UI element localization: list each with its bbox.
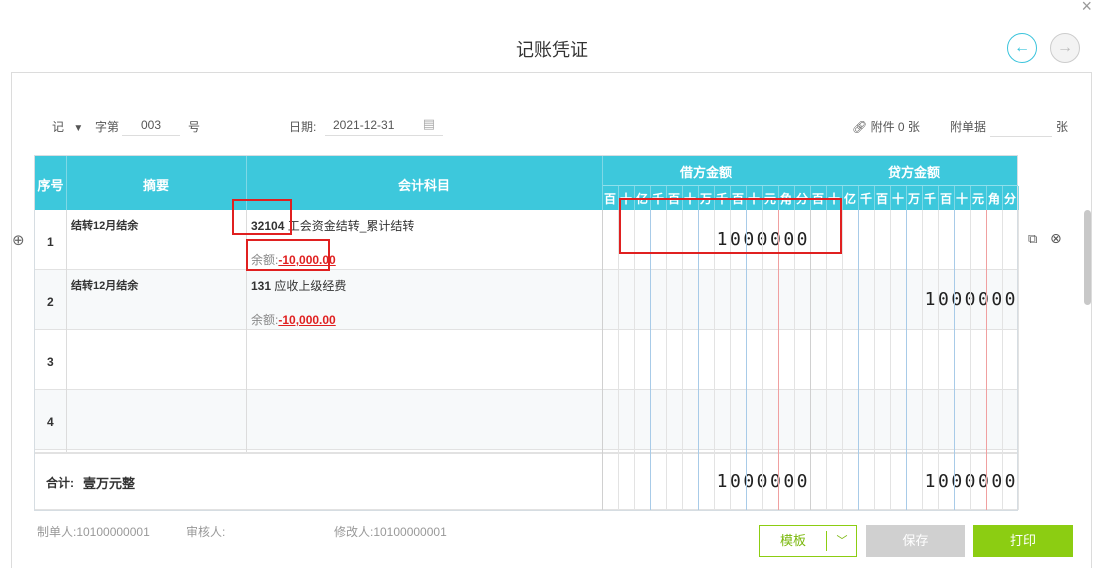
row-summary[interactable]: 结转12月结余 xyxy=(71,217,138,233)
digit-unit-label: 十 xyxy=(891,192,904,206)
voucher-word-label: 字第 xyxy=(95,120,120,134)
copy-row-icon[interactable]: ⧉ xyxy=(1028,231,1037,247)
account-code: 131 xyxy=(251,279,272,293)
close-icon[interactable]: × xyxy=(1081,0,1092,17)
row-seq: 2 xyxy=(47,295,54,309)
maker-info: 制单人:10100000001 xyxy=(37,525,150,539)
digit-unit-label: 分 xyxy=(1003,192,1016,206)
arrow-left-icon[interactable]: ← xyxy=(1007,33,1037,63)
scrollbar[interactable] xyxy=(1084,210,1091,305)
digit-unit-label: 万 xyxy=(907,192,920,206)
highlight-account-code xyxy=(232,199,292,235)
total-amount-text: 壹万元整 xyxy=(83,476,136,491)
chevron-down-icon[interactable]: ﹀ xyxy=(827,526,857,556)
link-icon: 🔗︎ xyxy=(852,120,868,134)
digit-unit-label: 千 xyxy=(859,192,872,206)
doc-unit-label: 张 xyxy=(1056,120,1069,134)
header-credit: 贷方金额 xyxy=(887,165,940,180)
voucher-type-value: 记 xyxy=(52,120,65,134)
print-button[interactable]: 打印 xyxy=(973,525,1073,557)
digit-unit-label: 亿 xyxy=(843,192,856,206)
table-row[interactable]: 3 xyxy=(35,330,1017,390)
row-seq: 3 xyxy=(47,355,54,369)
attachment-link[interactable]: 🔗︎ 附件 0 张 xyxy=(852,118,920,135)
header-account: 会计科目 xyxy=(397,178,450,193)
page-title: 记账凭证 xyxy=(516,40,588,60)
row-seq: 4 xyxy=(47,415,54,429)
row-summary[interactable]: 结转12月结余 xyxy=(71,277,138,293)
doc-count-input[interactable] xyxy=(990,118,1052,137)
caret-down-icon: ▼ xyxy=(73,123,84,134)
digit-unit-label: 十 xyxy=(955,192,968,206)
save-button[interactable]: 保存 xyxy=(866,525,965,557)
digit-unit-label: 百 xyxy=(939,192,952,206)
voucher-hao-label: 号 xyxy=(188,120,201,134)
total-label: 合计: xyxy=(46,476,74,490)
reviewer-info: 审核人: xyxy=(186,525,226,539)
delete-row-icon[interactable]: ⊗ xyxy=(1050,230,1062,247)
voucher-table: 序号 摘要 会计科目 借方金额 贷方金额 百十亿千百十万千百十元角分百十亿千百十… xyxy=(34,155,1019,511)
calendar-icon[interactable]: ▤ xyxy=(423,116,435,132)
date-label: 日期: xyxy=(289,120,317,134)
row-balance: 余额:-10,000.00 xyxy=(251,311,336,328)
table-row[interactable]: 4 xyxy=(35,390,1017,450)
add-row-icon[interactable]: ⊕ xyxy=(12,231,25,249)
template-button-label[interactable]: 模板 xyxy=(760,526,826,556)
modifier-info: 修改人:10100000001 xyxy=(334,525,447,539)
header-summary: 摘要 xyxy=(142,178,169,193)
table-row[interactable]: 2 结转12月结余 131 应收上级经费 余额:-10,000.00 1000000 xyxy=(35,270,1017,330)
template-dropdown[interactable]: 模板 ﹀ xyxy=(759,525,857,557)
attachment-text: 附件 0 张 xyxy=(870,120,920,134)
account-name: 应收上级经费 xyxy=(274,279,347,293)
row-account[interactable]: 131 应收上级经费 xyxy=(251,277,346,294)
arrow-right-icon[interactable]: → xyxy=(1050,33,1080,63)
digit-unit-label: 千 xyxy=(923,192,936,206)
digit-unit-label: 百 xyxy=(603,192,616,206)
date-value: 2021-12-31 xyxy=(333,118,395,132)
digit-unit-label: 元 xyxy=(971,192,984,206)
balance-value: -10,000.00 xyxy=(278,313,336,327)
header-debit: 借方金额 xyxy=(679,165,732,180)
balance-label: 余额: xyxy=(251,313,279,327)
highlight-balance xyxy=(246,239,330,271)
doc-count-label: 附单据 xyxy=(950,120,987,134)
total-row: 合计: 壹万元整 1000000 1000000 xyxy=(35,452,1017,510)
row-seq: 1 xyxy=(47,235,54,249)
header-seq: 序号 xyxy=(37,178,64,193)
voucher-number-input[interactable]: 003 xyxy=(122,118,180,136)
account-name: 工会资金结转_累计结转 xyxy=(287,219,415,233)
date-input[interactable]: 2021-12-31 ▤ xyxy=(325,116,443,136)
digit-unit-label: 百 xyxy=(875,192,888,206)
voucher-type-select[interactable]: 记 ▼ xyxy=(52,118,83,135)
highlight-debit-amount xyxy=(619,198,842,254)
table-header: 序号 摘要 会计科目 借方金额 贷方金额 百十亿千百十万千百十元角分百十亿千百十… xyxy=(35,156,1018,210)
digit-unit-label: 角 xyxy=(987,192,1000,206)
table-row[interactable]: 1 结转12月结余 32104 工会资金结转_累计结转 余额:-10,000.00 10… xyxy=(35,210,1017,270)
